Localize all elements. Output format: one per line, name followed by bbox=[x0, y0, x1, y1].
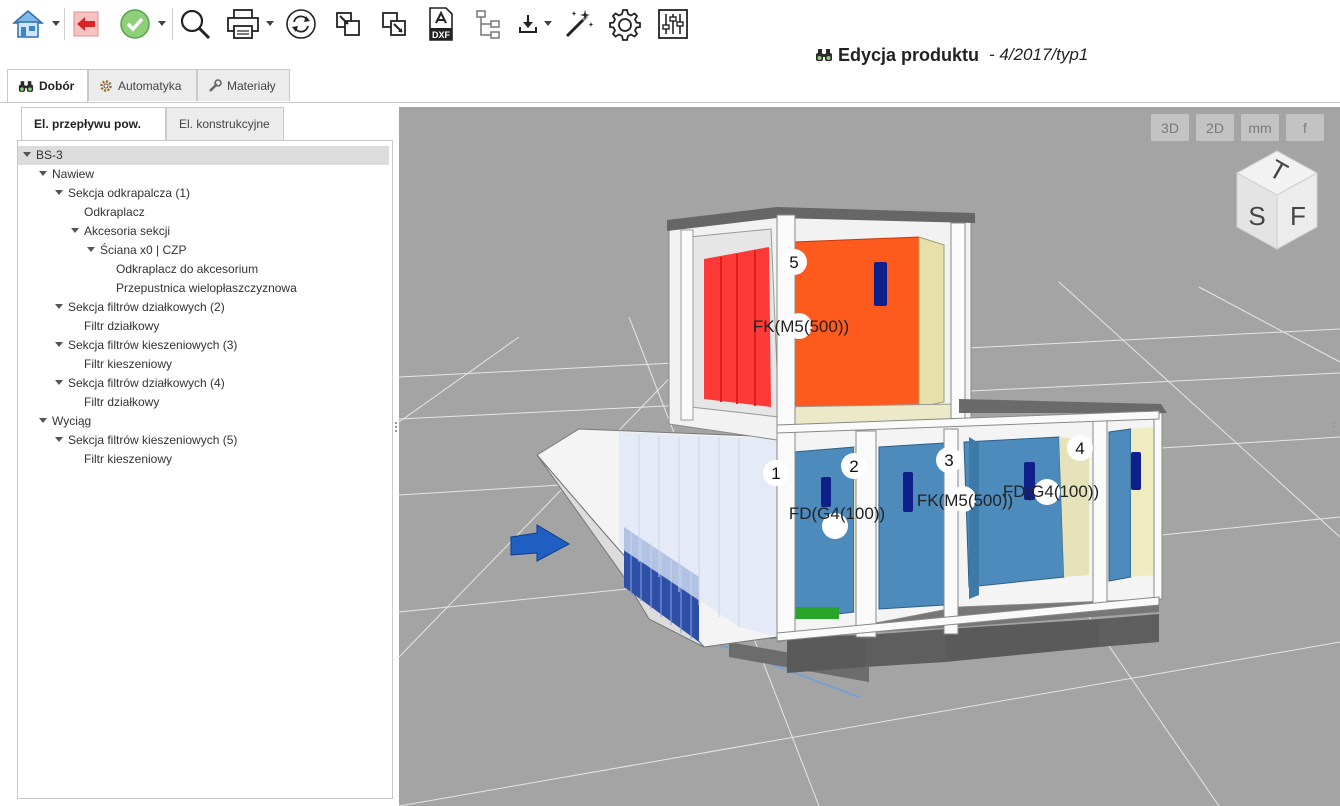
tab-el-konstrukcyjne[interactable]: El. konstrukcyjne bbox=[166, 107, 284, 140]
binoculars-icon bbox=[815, 48, 833, 62]
tree-item-nawiew[interactable]: Nawiew bbox=[39, 165, 94, 184]
tab-label: Dobór bbox=[39, 79, 75, 93]
chevron-down-icon[interactable] bbox=[87, 247, 95, 253]
tree-item-akcesoria[interactable]: Akcesoria sekcji bbox=[71, 222, 170, 241]
chevron-down-icon[interactable] bbox=[55, 304, 63, 310]
section-number-5: 5 bbox=[789, 253, 798, 272]
gear-icon bbox=[99, 79, 113, 93]
search-icon[interactable] bbox=[177, 6, 213, 42]
tree-item-sciana[interactable]: Ściana x0 | CZP bbox=[87, 241, 186, 260]
chevron-down-icon[interactable] bbox=[55, 380, 63, 386]
dxf-label: DXF bbox=[432, 30, 451, 40]
expand-icon[interactable] bbox=[378, 6, 410, 42]
chevron-down-icon[interactable] bbox=[55, 437, 63, 443]
f-button[interactable]: f bbox=[1286, 114, 1324, 141]
tab-materialy[interactable]: Materiały bbox=[197, 69, 290, 101]
view-cube[interactable]: T S F bbox=[1235, 150, 1319, 250]
section-number-2: 2 bbox=[849, 457, 858, 476]
chevron-down-icon[interactable] bbox=[158, 21, 166, 26]
tree-item-section-2[interactable]: Sekcja filtrów działkowych (2) bbox=[55, 298, 225, 317]
tab-automatyka[interactable]: Automatyka bbox=[88, 69, 197, 101]
filter-label-section-5: FK(M5(500)) bbox=[753, 317, 849, 336]
tab-el-przeplywu[interactable]: El. przepływu pow. bbox=[21, 107, 166, 140]
tree-item-odkraplacz[interactable]: Odkraplacz bbox=[84, 203, 145, 222]
tree-item-wyciag[interactable]: Wyciąg bbox=[39, 412, 91, 431]
section-number-3: 3 bbox=[944, 451, 953, 470]
tree-item-filtr-dzialkowy[interactable]: Filtr działkowy bbox=[84, 317, 159, 336]
binoculars-icon bbox=[18, 80, 34, 93]
tree-item-section-3[interactable]: Sekcja filtrów kieszeniowych (3) bbox=[55, 336, 237, 355]
title-sub: - 4/2017/typ1 bbox=[989, 45, 1089, 64]
sub-tabs: El. przepływu pow. El. konstrukcyjne bbox=[14, 107, 394, 140]
tree-item-filtr-kieszeniowy[interactable]: Filtr kieszeniowy bbox=[84, 450, 172, 469]
section-number-1: 1 bbox=[771, 464, 780, 483]
gear-icon[interactable] bbox=[607, 6, 643, 42]
dxf-icon[interactable]: DXF bbox=[426, 6, 456, 42]
toolbar-separator bbox=[64, 8, 65, 40]
tab-dobor[interactable]: Dobór bbox=[7, 69, 88, 102]
chevron-down-icon[interactable] bbox=[55, 342, 63, 348]
tab-label: Materiały bbox=[227, 78, 276, 93]
title-main: Edycja produktu bbox=[838, 44, 980, 65]
inlet-hood bbox=[536, 428, 779, 648]
chevron-down-icon[interactable] bbox=[71, 228, 79, 234]
view-3d-button[interactable]: 3D bbox=[1151, 114, 1189, 141]
view-2d-button[interactable]: 2D bbox=[1196, 114, 1234, 141]
units-mm-button[interactable]: mm bbox=[1241, 114, 1279, 141]
ok-icon[interactable] bbox=[117, 6, 153, 42]
page-title: Edycja produktu - 4/2017/typ1 bbox=[815, 44, 1088, 66]
3d-viewport[interactable]: 5 1 2 3 4 FK(M5(500)) FD(G4(100)) FK(M5(… bbox=[399, 107, 1340, 806]
airflow-arrow bbox=[510, 524, 571, 562]
tree-item-section-4[interactable]: Sekcja filtrów działkowych (4) bbox=[55, 374, 225, 393]
main-toolbar: DXF bbox=[0, 0, 1340, 46]
component-tree: BS-3 Nawiew Sekcja odkrapalcza (1) Odkra… bbox=[17, 140, 393, 799]
tree-item-filtr-kieszeniowy[interactable]: Filtr kieszeniowy bbox=[84, 355, 172, 374]
hierarchy-icon[interactable] bbox=[472, 6, 506, 42]
tree-item-section-5[interactable]: Sekcja filtrów kieszeniowych (5) bbox=[55, 431, 237, 450]
sliders-icon[interactable] bbox=[656, 6, 690, 42]
tree-item-section-1[interactable]: Sekcja odkrapalcza (1) bbox=[55, 184, 190, 203]
section-number-4: 4 bbox=[1075, 439, 1084, 458]
refresh-icon[interactable] bbox=[283, 6, 319, 42]
3d-scene[interactable]: 5 1 2 3 4 FK(M5(500)) FD(G4(100)) FK(M5(… bbox=[399, 107, 1340, 806]
panel-splitter[interactable] bbox=[1333, 420, 1337, 434]
tab-label: El. przepływu pow. bbox=[34, 117, 141, 131]
tree-item-bs3[interactable]: BS-3 bbox=[18, 146, 389, 165]
toolbar-separator bbox=[172, 8, 173, 40]
chevron-down-icon[interactable] bbox=[23, 152, 31, 158]
cube-face-left[interactable]: S bbox=[1248, 201, 1265, 231]
chevron-down-icon[interactable] bbox=[39, 171, 47, 177]
chevron-down-icon[interactable] bbox=[544, 21, 552, 26]
printer-icon[interactable] bbox=[224, 6, 262, 42]
filter-label-section-3: FK(M5(500)) bbox=[917, 491, 1013, 510]
tab-label: El. konstrukcyjne bbox=[179, 117, 270, 131]
tree-item-przepustnica[interactable]: Przepustnica wielopłaszczyznowa bbox=[116, 279, 297, 298]
filter-label-section-4: FD(G4(100)) bbox=[1003, 482, 1099, 501]
chevron-down-icon[interactable] bbox=[266, 21, 274, 26]
wrench-icon bbox=[208, 78, 222, 93]
filter-label-section-2: FD(G4(100)) bbox=[789, 504, 885, 523]
left-panel: El. przepływu pow. El. konstrukcyjne BS-… bbox=[7, 107, 394, 804]
tree-item-odkraplacz-akc[interactable]: Odkraplacz do akcesorium bbox=[116, 260, 258, 279]
tree-item-filtr-dzialkowy[interactable]: Filtr działkowy bbox=[84, 393, 159, 412]
magic-wand-icon[interactable] bbox=[562, 6, 596, 42]
home-icon[interactable] bbox=[10, 6, 46, 42]
main-tabs: Dobór Automatyka Materiały bbox=[0, 69, 1340, 103]
back-icon[interactable] bbox=[70, 6, 102, 42]
download-icon[interactable] bbox=[515, 6, 541, 42]
collapse-icon[interactable] bbox=[332, 6, 364, 42]
cube-face-right[interactable]: F bbox=[1290, 201, 1306, 231]
tab-label: Automatyka bbox=[118, 78, 182, 93]
chevron-down-icon[interactable] bbox=[55, 190, 63, 196]
chevron-down-icon[interactable] bbox=[52, 21, 60, 26]
chevron-down-icon[interactable] bbox=[39, 418, 47, 424]
